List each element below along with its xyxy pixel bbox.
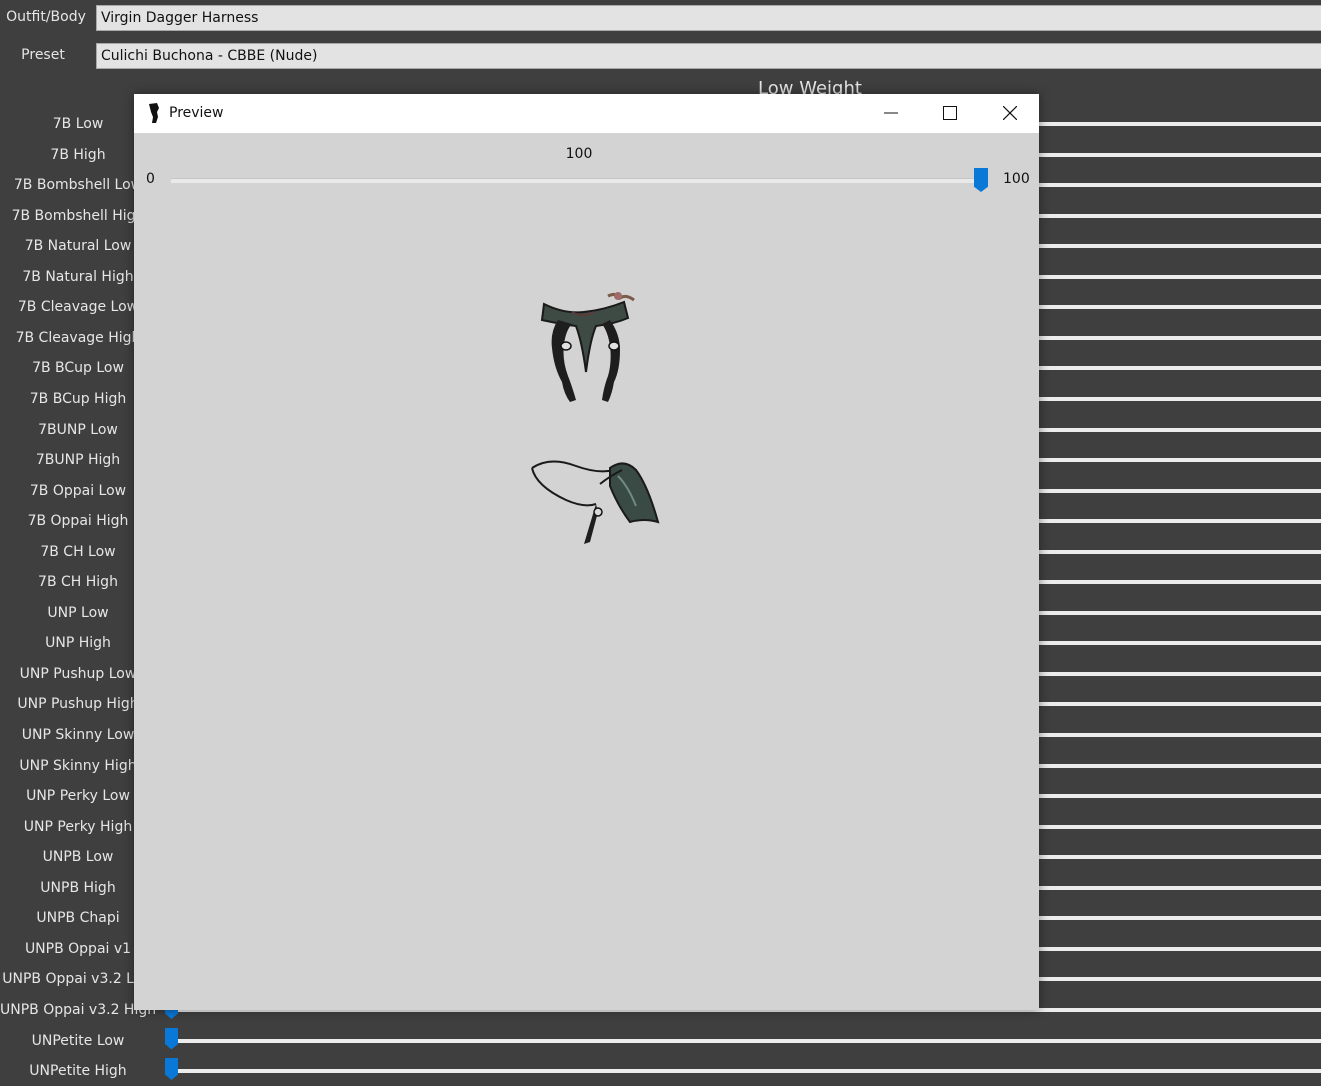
- slider-row: UNPetite Low: [0, 1026, 1321, 1056]
- maximize-button[interactable]: [927, 94, 973, 133]
- slider-thumb[interactable]: [165, 1027, 178, 1050]
- slider-label: 7B Cleavage High: [15, 329, 141, 346]
- slider-label: UNP High: [45, 635, 111, 652]
- slider-label: 7BUNP Low: [38, 421, 118, 438]
- slider-label: 7B Cleavage Low: [17, 299, 139, 316]
- slider-label: 7B CH High: [38, 574, 118, 591]
- slider-row: UNPetite High: [0, 1056, 1321, 1086]
- close-button[interactable]: [987, 94, 1033, 133]
- slider-label: 7B Oppai Low: [29, 482, 127, 499]
- slider-label: 7B Natural Low: [24, 238, 132, 255]
- slider-track[interactable]: [172, 1038, 1321, 1043]
- preview-window: Preview 100 0 100: [134, 94, 1039, 1010]
- slider-label: UNPB Oppai v3.2 High: [0, 1001, 157, 1018]
- bodyslide-icon: [149, 103, 159, 123]
- slider-label: UNPB Chapi: [36, 910, 120, 927]
- slider-label: UNPB Oppai v1: [24, 940, 132, 957]
- harness-front-render[interactable]: [524, 290, 644, 410]
- slider-label: 7B BCup Low: [32, 360, 124, 377]
- slider-label: 7B BCup High: [29, 390, 127, 407]
- preview-max-label: 100: [1003, 171, 1030, 187]
- slider-label: UNP Low: [47, 604, 109, 621]
- slider-label: 7B High: [50, 146, 106, 163]
- preview-min-label: 0: [146, 171, 155, 187]
- minimize-icon: [884, 112, 898, 114]
- maximize-icon: [943, 106, 957, 120]
- slider-label: 7B Bombshell High: [11, 207, 145, 224]
- slider-label: 7B Oppai High: [27, 513, 129, 530]
- slider-label: UNP Skinny Low: [21, 727, 135, 743]
- slider-label: UNP Pushup High: [17, 696, 139, 713]
- slider-label: 7B Bombshell Low: [13, 177, 143, 194]
- slider-label: 7B Natural High: [22, 268, 134, 285]
- slider-label: UNP Skinny High: [19, 757, 137, 774]
- slider-thumb[interactable]: [165, 1058, 178, 1081]
- slider-track[interactable]: [172, 1069, 1321, 1074]
- preview-weight-slider[interactable]: [171, 178, 983, 183]
- harness-side-render[interactable]: [526, 456, 666, 550]
- close-icon: [1003, 106, 1017, 120]
- minimize-button[interactable]: [868, 94, 914, 133]
- slider-label: UNPB Oppai v3.2 Low: [2, 971, 154, 988]
- slider-label: 7B CH Low: [40, 543, 116, 560]
- preview-slider-thumb[interactable]: [974, 168, 988, 192]
- preview-titlebar[interactable]: Preview: [134, 94, 1039, 133]
- slider-label: UNPB High: [40, 879, 116, 896]
- slider-label: UNP Perky High: [23, 818, 133, 835]
- slider-label: UNPB Low: [42, 849, 114, 866]
- window-title: Preview: [169, 105, 224, 121]
- slider-label: UNP Pushup Low: [19, 665, 137, 682]
- slider-label: 7B Low: [52, 116, 104, 132]
- slider-label: UNP Perky Low: [26, 788, 130, 805]
- slider-label: UNPetite Low: [31, 1032, 125, 1049]
- preview-weight-value: 100: [565, 146, 593, 162]
- slider-label: UNPetite High: [29, 1063, 127, 1080]
- slider-label: 7BUNP High: [35, 452, 121, 469]
